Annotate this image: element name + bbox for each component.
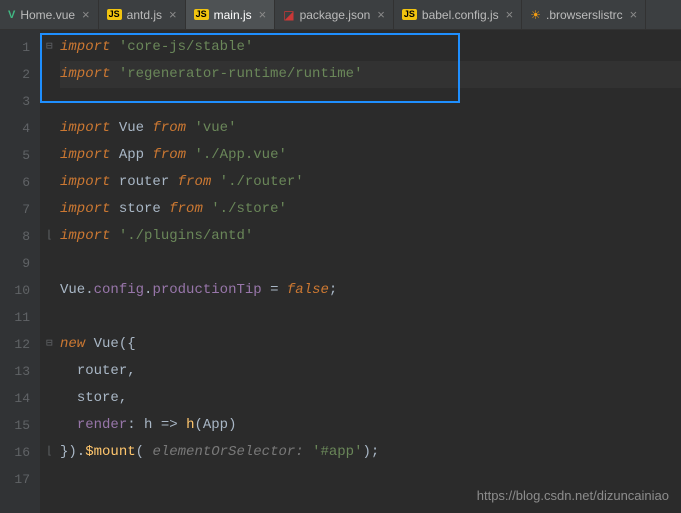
fold-icon[interactable]: ⌊ bbox=[46, 439, 53, 466]
code-line: Vue.config.productionTip = false; bbox=[60, 277, 681, 304]
code-editor[interactable]: 1234567891011121314151617 ⊟import 'core-… bbox=[0, 30, 681, 513]
tab-antd-js[interactable]: JS antd.js × bbox=[99, 0, 186, 29]
fold-icon[interactable]: ⊟ bbox=[46, 331, 53, 358]
tab-home-vue[interactable]: V Home.vue × bbox=[0, 0, 99, 29]
code-line: ⌊}).$mount( elementOrSelector: '#app'); bbox=[60, 439, 681, 466]
code-line: import App from './App.vue' bbox=[60, 142, 681, 169]
tab-label: antd.js bbox=[127, 8, 162, 22]
close-icon[interactable]: × bbox=[169, 7, 177, 22]
tab-label: Home.vue bbox=[20, 8, 75, 22]
close-icon[interactable]: × bbox=[506, 7, 514, 22]
js-icon: JS bbox=[107, 9, 122, 20]
code-line: import Vue from 'vue' bbox=[60, 115, 681, 142]
code-line: ⊟import 'core-js/stable' bbox=[60, 34, 681, 61]
close-icon[interactable]: × bbox=[259, 7, 267, 22]
sun-icon: ☀ bbox=[530, 8, 541, 22]
tab-label: package.json bbox=[300, 8, 371, 22]
code-line: import router from './router' bbox=[60, 169, 681, 196]
code-line: store, bbox=[60, 385, 681, 412]
tab-main-js[interactable]: JS main.js × bbox=[186, 0, 276, 29]
tab-label: babel.config.js bbox=[422, 8, 499, 22]
json-icon: ◪ bbox=[283, 8, 294, 22]
js-icon: JS bbox=[402, 9, 417, 20]
code-area[interactable]: ⊟import 'core-js/stable' import 'regener… bbox=[40, 30, 681, 513]
close-icon[interactable]: × bbox=[82, 7, 90, 22]
close-icon[interactable]: × bbox=[377, 7, 385, 22]
close-icon[interactable]: × bbox=[630, 7, 638, 22]
code-line: render: h => h(App) bbox=[60, 412, 681, 439]
fold-icon[interactable]: ⌊ bbox=[46, 223, 53, 250]
code-line bbox=[60, 88, 681, 115]
tab-label: main.js bbox=[214, 8, 252, 22]
code-line: import store from './store' bbox=[60, 196, 681, 223]
watermark-text: https://blog.csdn.net/dizuncainiao bbox=[477, 488, 669, 503]
tab-package-json[interactable]: ◪ package.json × bbox=[275, 0, 394, 29]
vue-icon: V bbox=[8, 9, 15, 21]
fold-icon[interactable]: ⊟ bbox=[46, 34, 53, 61]
code-line: import 'regenerator-runtime/runtime' bbox=[60, 61, 681, 88]
code-line: ⊟new Vue({ bbox=[60, 331, 681, 358]
code-line bbox=[60, 304, 681, 331]
code-line: ⌊import './plugins/antd' bbox=[60, 223, 681, 250]
line-number-gutter: 1234567891011121314151617 bbox=[0, 30, 40, 513]
tab-browserslistrc[interactable]: ☀ .browserslistrc × bbox=[522, 0, 646, 29]
editor-tabs: V Home.vue × JS antd.js × JS main.js × ◪… bbox=[0, 0, 681, 30]
code-line: router, bbox=[60, 358, 681, 385]
tab-label: .browserslistrc bbox=[546, 8, 623, 22]
tab-babel-config[interactable]: JS babel.config.js × bbox=[394, 0, 522, 29]
code-line bbox=[60, 250, 681, 277]
js-icon: JS bbox=[194, 9, 209, 20]
